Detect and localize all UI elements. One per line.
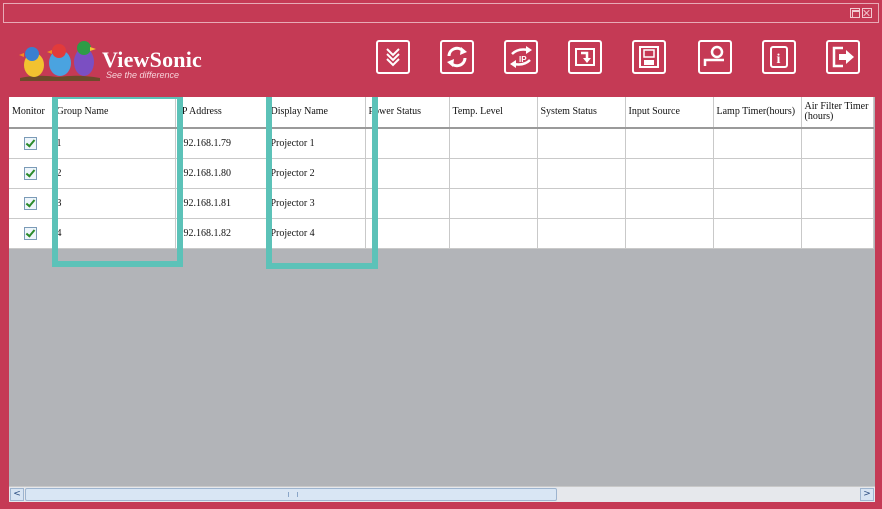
lamp-timer-cell[interactable] [713, 158, 802, 189]
column-header-ip-address[interactable]: IP Address [175, 97, 268, 129]
monitor-cell[interactable] [9, 128, 54, 159]
refresh-icon [447, 46, 467, 68]
horizontal-scrollbar[interactable]: < > [9, 486, 875, 502]
air-filter-timer-cell[interactable] [801, 188, 874, 219]
save-button[interactable] [632, 40, 666, 74]
lamp-timer-cell[interactable] [713, 218, 802, 249]
exit-icon [832, 46, 854, 68]
temp-level-cell[interactable] [449, 158, 538, 189]
info-icon: i [770, 46, 788, 68]
system-status-cell[interactable] [537, 188, 626, 219]
temp-level-cell[interactable] [449, 218, 538, 249]
column-header-lamp-timer[interactable]: Lamp Timer(hours) [713, 97, 802, 129]
close-button[interactable] [862, 8, 872, 18]
settings-key-icon [703, 45, 724, 66]
group-name-highlight [52, 97, 183, 267]
input-source-cell[interactable] [625, 158, 714, 189]
monitor-checkbox[interactable] [24, 167, 38, 180]
maximize-button[interactable] [850, 8, 860, 18]
ip-address-cell[interactable]: 192.168.1.82 [175, 218, 268, 249]
column-header-system-status[interactable]: System Status [537, 97, 626, 129]
ip-address-cell[interactable]: 192.168.1.79 [175, 128, 268, 159]
air-filter-timer-cell[interactable] [801, 158, 874, 189]
temp-level-cell[interactable] [449, 128, 538, 159]
column-header-air-filter-timer[interactable]: Air Filter Timer (hours) [801, 97, 874, 129]
system-status-cell[interactable] [537, 218, 626, 249]
monitor-cell[interactable] [9, 158, 54, 189]
monitor-checkbox[interactable] [24, 227, 38, 240]
lamp-timer-cell[interactable] [713, 128, 802, 159]
ip-address-cell[interactable]: 192.168.1.80 [175, 158, 268, 189]
exit-button[interactable] [826, 40, 860, 74]
monitor-cell[interactable] [9, 218, 54, 249]
monitor-checkbox[interactable] [24, 197, 38, 210]
chevron-down-icon [386, 48, 400, 67]
air-filter-timer-cell[interactable] [801, 128, 874, 159]
toolbar: IP i [376, 40, 876, 78]
column-header-input-source[interactable]: Input Source [625, 97, 714, 129]
settings-button[interactable] [698, 40, 732, 74]
ip-setting-button[interactable]: IP [504, 40, 538, 74]
svg-text:IP: IP [519, 55, 527, 64]
viewsonic-logo: ViewSonic See the difference [18, 38, 208, 83]
monitor-cell[interactable] [9, 188, 54, 219]
input-source-cell[interactable] [625, 128, 714, 159]
column-header-monitor[interactable]: Monitor [9, 97, 54, 129]
import-button[interactable] [568, 40, 602, 74]
info-button[interactable]: i [762, 40, 796, 74]
display-name-highlight [266, 97, 378, 269]
temp-level-cell[interactable] [449, 188, 538, 219]
collapse-button[interactable] [376, 40, 410, 74]
app-window: ViewSonic See the difference IP i Monito… [0, 0, 882, 509]
air-filter-timer-cell[interactable] [801, 218, 874, 249]
monitor-checkbox[interactable] [24, 137, 38, 150]
system-status-cell[interactable] [537, 158, 626, 189]
birds-logo-icon [19, 41, 100, 81]
title-bar [3, 3, 879, 23]
brand-tagline: See the difference [106, 70, 180, 80]
input-source-cell[interactable] [625, 218, 714, 249]
input-source-cell[interactable] [625, 188, 714, 219]
lamp-timer-cell[interactable] [713, 188, 802, 219]
ip-address-cell[interactable]: 192.168.1.81 [175, 188, 268, 219]
system-status-cell[interactable] [537, 128, 626, 159]
scroll-thumb[interactable] [25, 488, 557, 501]
import-icon [575, 48, 595, 66]
column-header-temp-level[interactable]: Temp. Level [449, 97, 538, 129]
ip-setting-icon: IP [510, 46, 532, 68]
projector-grid: Monitor Group Name IP Address Display Na… [9, 97, 875, 486]
scroll-right-button[interactable]: > [860, 488, 874, 501]
svg-text:i: i [777, 52, 781, 67]
scroll-left-button[interactable]: < [10, 488, 24, 501]
save-icon [639, 46, 659, 68]
refresh-button[interactable] [440, 40, 474, 74]
